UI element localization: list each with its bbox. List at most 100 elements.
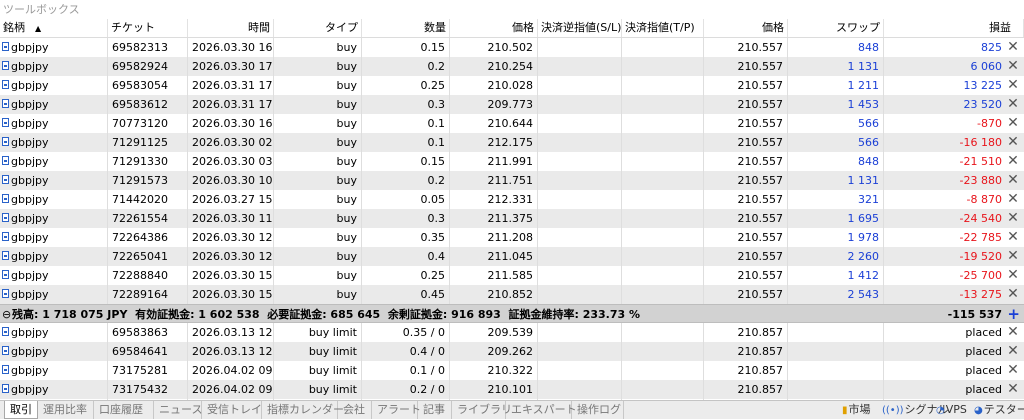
cell-volume: 0.25 bbox=[362, 266, 450, 285]
close-icon[interactable]: ✕ bbox=[1006, 59, 1020, 73]
cell-ticket: 69582313 bbox=[108, 38, 188, 57]
table-row[interactable]: gbpjpy722888402026.03.30 15:...buy0.2521… bbox=[0, 266, 1024, 285]
table-row[interactable]: gbpjpy722643862026.03.30 12:...buy0.3521… bbox=[0, 228, 1024, 247]
column-header-label: 数量 bbox=[424, 21, 446, 34]
cell-volume: 0.1 bbox=[362, 114, 450, 133]
column-header-price[interactable]: 価格 bbox=[450, 19, 538, 37]
tab-vps[interactable]: ◔VPS bbox=[936, 401, 967, 419]
column-header-volume[interactable]: 数量 bbox=[362, 19, 450, 37]
cell-ticket: 69582924 bbox=[108, 57, 188, 76]
cell-type: buy limit bbox=[274, 323, 362, 342]
cell-current: 210.557 bbox=[704, 209, 788, 228]
close-icon[interactable]: ✕ bbox=[1006, 287, 1020, 301]
cell-type: buy bbox=[274, 95, 362, 114]
close-icon[interactable]: ✕ bbox=[1006, 382, 1020, 396]
table-row[interactable]: gbpjpy 722615542026.03.30 11:...buy0.3211… bbox=[0, 209, 1024, 228]
tab-7[interactable]: アラート bbox=[372, 401, 421, 419]
column-header-symbol[interactable]: 銘柄 ▲ bbox=[0, 19, 108, 37]
table-row[interactable]: gbpjpy695830542026.03.31 17:...buy0.2521… bbox=[0, 76, 1024, 95]
cell-tp bbox=[622, 133, 704, 152]
column-header-type[interactable]: タイプ bbox=[274, 19, 362, 37]
table-row[interactable]: gbpjpy 695836122026.03.31 17:...buy0.3209… bbox=[0, 95, 1024, 114]
cell-price: 212.175 bbox=[450, 133, 538, 152]
cell-profit: -16 180 bbox=[959, 136, 1002, 149]
cell-symbol: gbpjpy bbox=[0, 361, 108, 380]
close-icon[interactable]: ✕ bbox=[1006, 211, 1020, 225]
close-icon[interactable]: ✕ bbox=[1006, 78, 1020, 92]
close-icon[interactable]: ✕ bbox=[1006, 268, 1020, 282]
cell-sl bbox=[538, 323, 622, 342]
cell-symbol: gbpjpy bbox=[0, 57, 108, 76]
cell-type: buy bbox=[274, 266, 362, 285]
tab-market[interactable]: ▮市場 bbox=[842, 401, 871, 419]
close-icon[interactable]: ✕ bbox=[1006, 344, 1020, 358]
column-header-current[interactable]: 価格 bbox=[704, 19, 788, 37]
cell-volume: 0.3 bbox=[362, 95, 450, 114]
tab-tester[interactable]: ◕テスター bbox=[974, 401, 1024, 419]
column-header-sl[interactable]: 決済逆指値(S/L) bbox=[538, 19, 622, 37]
table-row[interactable]: gbpjpy 731754322026.04.02 09:...buy limit… bbox=[0, 380, 1024, 399]
tab-11[interactable]: 操作ログ bbox=[572, 401, 624, 419]
table-row[interactable]: gbpjpy 695846412026.03.13 12:...buy limit… bbox=[0, 342, 1024, 361]
cell-price: 211.045 bbox=[450, 247, 538, 266]
tab-8[interactable]: 記事 bbox=[418, 401, 452, 419]
tab-9[interactable]: ライブラリ bbox=[452, 401, 512, 419]
close-icon[interactable]: ✕ bbox=[1006, 249, 1020, 263]
cell-ticket: 69584641 bbox=[108, 342, 188, 361]
cell-type: buy bbox=[274, 133, 362, 152]
close-icon[interactable]: ✕ bbox=[1006, 192, 1020, 206]
collapse-icon[interactable]: ⊖ bbox=[2, 305, 11, 324]
column-header-ticket[interactable]: チケット bbox=[108, 19, 188, 37]
table-row[interactable]: gbpjpy722891642026.03.30 15:...buy0.4521… bbox=[0, 285, 1024, 304]
sort-ascending-icon[interactable]: ▲ bbox=[35, 24, 41, 33]
close-icon[interactable]: ✕ bbox=[1006, 154, 1020, 168]
table-header: 銘柄 ▲ チケット 時間 タイプ 数量 価格 決済逆指値(S/L) 決済指値(T/P) 価格 スワッ… bbox=[0, 19, 1024, 38]
cell-type: buy bbox=[274, 190, 362, 209]
column-header-swap[interactable]: スワップ bbox=[788, 19, 884, 37]
table-row[interactable]: gbpjpy 731752812026.04.02 09:...buy limit… bbox=[0, 361, 1024, 380]
close-icon[interactable]: ✕ bbox=[1006, 97, 1020, 111]
tab-4[interactable]: 受信トレイ bbox=[202, 401, 262, 419]
cell-swap: 1 131 bbox=[788, 171, 884, 190]
cell-tp bbox=[622, 114, 704, 133]
table-row[interactable]: gbpjpy 712911252026.03.30 02:...buy0.1212… bbox=[0, 133, 1024, 152]
tab-10[interactable]: エキスパート bbox=[506, 401, 577, 419]
close-icon[interactable]: ✕ bbox=[1006, 116, 1020, 130]
cell-tp bbox=[622, 342, 704, 361]
cell-type: buy bbox=[274, 247, 362, 266]
close-icon[interactable]: ✕ bbox=[1006, 40, 1020, 54]
cell-type: buy bbox=[274, 152, 362, 171]
cell-price: 211.751 bbox=[450, 171, 538, 190]
table-row[interactable]: gbpjpy 722650412026.03.30 12:...buy0.4211… bbox=[0, 247, 1024, 266]
add-order-icon[interactable]: + bbox=[1007, 305, 1020, 324]
table-row[interactable]: gbpjpy 712915732026.03.30 10:...buy0.2211… bbox=[0, 171, 1024, 190]
close-icon[interactable]: ✕ bbox=[1006, 173, 1020, 187]
tab-5[interactable]: 指標カレンダー bbox=[262, 401, 344, 419]
window-title: ツールボックス bbox=[0, 0, 1024, 19]
cell-type: buy bbox=[274, 228, 362, 247]
table-row[interactable]: gbpjpy 695838632026.03.13 12:...buy limit… bbox=[0, 323, 1024, 342]
tab-1[interactable]: 運用比率 bbox=[38, 401, 94, 419]
tab-6[interactable]: 会社 bbox=[338, 401, 372, 419]
table-row[interactable]: gbpjpy707731202026.03.30 16:...buy0.1210… bbox=[0, 114, 1024, 133]
tab-2[interactable]: 口座履歴 bbox=[94, 401, 154, 419]
table-row[interactable]: gbpjpy695823132026.03.30 16:...buy0.1521… bbox=[0, 38, 1024, 57]
cell-volume: 0.35 bbox=[362, 228, 450, 247]
column-header-profit[interactable]: 損益 bbox=[884, 19, 1024, 37]
tab-3[interactable]: ニュース bbox=[154, 401, 202, 419]
close-icon[interactable]: ✕ bbox=[1006, 230, 1020, 244]
table-row[interactable]: gbpjpy712913302026.03.30 03:...buy0.1521… bbox=[0, 152, 1024, 171]
close-icon[interactable]: ✕ bbox=[1006, 135, 1020, 149]
cell-profit: -25 700 bbox=[959, 269, 1002, 282]
column-header-time[interactable]: 時間 bbox=[188, 19, 274, 37]
table-row[interactable]: gbpjpy695829242026.03.30 17:...buy0.2210… bbox=[0, 57, 1024, 76]
buy-order-icon bbox=[2, 270, 9, 279]
close-icon[interactable]: ✕ bbox=[1006, 325, 1020, 339]
close-icon[interactable]: ✕ bbox=[1006, 363, 1020, 377]
tab-0[interactable]: 取引 bbox=[4, 401, 38, 419]
table-row[interactable]: gbpjpy714420202026.03.27 15:...buy0.0521… bbox=[0, 190, 1024, 209]
column-header-tp[interactable]: 決済指値(T/P) bbox=[622, 19, 704, 37]
symbol-label: gbpjpy bbox=[11, 269, 49, 282]
right-tab-label: VPS bbox=[945, 403, 967, 416]
symbol-label: gbpjpy bbox=[11, 383, 49, 396]
